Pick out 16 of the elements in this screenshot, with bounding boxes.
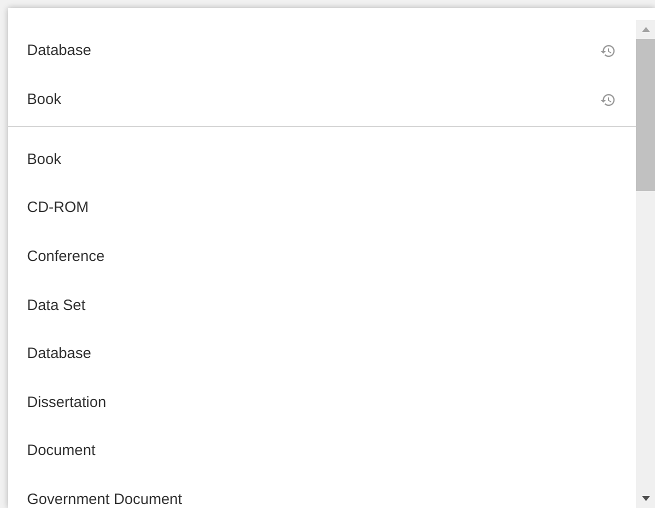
- scroll-thumb[interactable]: [636, 39, 655, 191]
- scroll-up-arrow[interactable]: [642, 27, 650, 32]
- history-icon: [600, 42, 616, 58]
- scrollbar[interactable]: [636, 20, 655, 508]
- scroll-down-arrow[interactable]: [642, 496, 650, 501]
- option-item[interactable]: Book: [8, 135, 636, 184]
- history-icon: [600, 92, 616, 108]
- recent-item[interactable]: Book: [8, 75, 636, 124]
- option-item[interactable]: Government Document: [8, 475, 636, 508]
- option-item[interactable]: Data Set: [8, 280, 636, 330]
- option-item[interactable]: Conference: [8, 232, 636, 281]
- option-item[interactable]: Dissertation: [8, 378, 636, 427]
- option-item[interactable]: Document: [8, 426, 636, 476]
- recent-item[interactable]: Database: [8, 26, 636, 75]
- option-item[interactable]: CD-ROM: [8, 184, 636, 232]
- option-item[interactable]: Database: [8, 329, 636, 378]
